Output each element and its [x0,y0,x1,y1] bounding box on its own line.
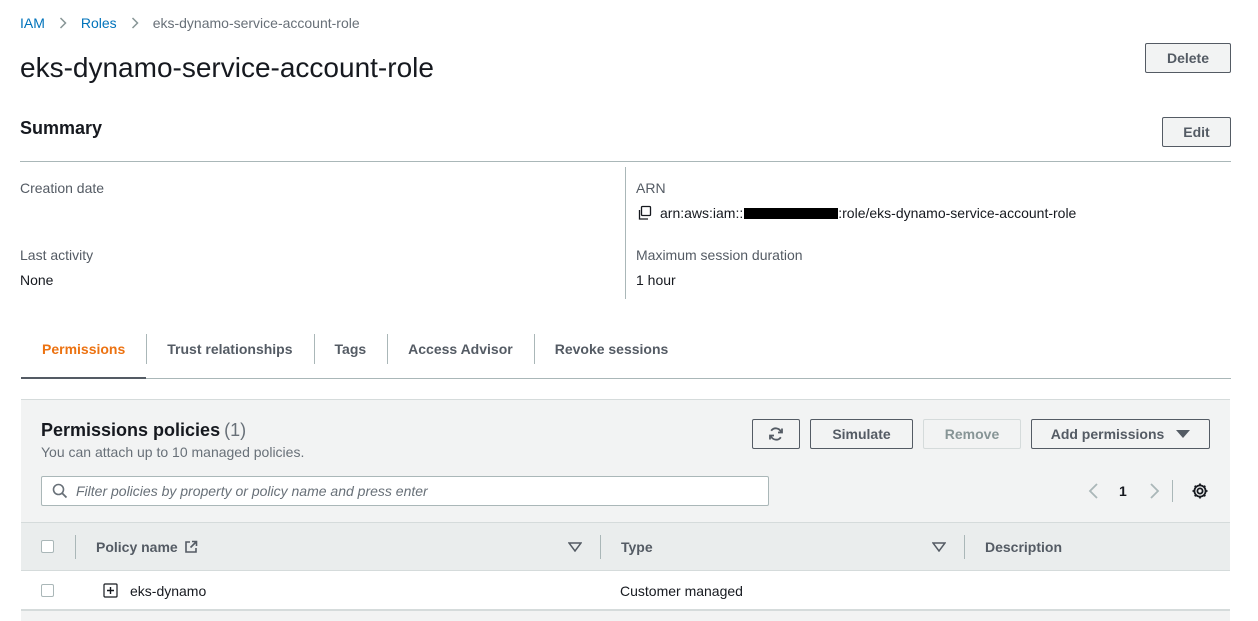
policy-count: (1) [224,420,247,440]
previous-page-icon[interactable] [1087,480,1101,502]
page-title: eks-dynamo-service-account-role [20,52,434,83]
refresh-button[interactable] [752,419,800,449]
page-number[interactable]: 1 [1119,483,1127,499]
add-permissions-button[interactable]: Add permissions [1031,419,1210,449]
next-page-icon[interactable] [1147,480,1161,502]
policy-type: Customer managed [620,583,743,599]
summary-column-divider [625,167,626,299]
breadcrumb-link-iam[interactable]: IAM [20,15,45,31]
breadcrumb-current: eks-dynamo-service-account-role [152,15,360,31]
breadcrumb: IAM Roles eks-dynamo-service-account-rol… [20,14,360,32]
max-session-value: 1 hour [636,272,676,288]
max-session-label: Maximum session duration [636,247,803,263]
arn-prefix: arn:aws:iam:: [660,205,744,221]
refresh-icon [769,427,783,441]
filter-field [41,476,769,506]
table-header: Policy name Type Description [21,522,1230,571]
column-header-type[interactable]: Type [621,539,653,555]
caret-down-icon [1176,430,1191,438]
panel-title: Permissions policies (1) [41,420,246,441]
tab-revoke-sessions[interactable]: Revoke sessions [533,320,690,378]
tab-permissions[interactable]: Permissions [21,320,147,379]
creation-date-label: Creation date [20,180,105,196]
last-activity-label: Last activity [20,247,94,263]
copy-icon[interactable] [637,205,653,221]
expand-icon[interactable] [103,583,118,598]
row-checkbox[interactable] [41,584,54,597]
breadcrumb-link-roles[interactable]: Roles [81,15,117,31]
filter-input[interactable] [76,483,726,499]
tab-bar: Permissions Trust relationships Tags Acc… [21,320,1231,379]
arn-value: arn:aws:iam:: :role/eks-dynamo-service-a… [637,205,1076,221]
tab-tags[interactable]: Tags [313,320,388,378]
chevron-right-icon [131,17,139,29]
sort-down-icon[interactable] [568,542,582,552]
column-header-description[interactable]: Description [985,539,1062,555]
policy-name-header-label: Policy name [96,539,178,555]
column-separator [600,535,601,559]
summary-title: Summary [20,118,103,138]
column-separator [75,535,76,559]
tab-access-advisor[interactable]: Access Advisor [387,320,534,378]
remove-button[interactable]: Remove [923,419,1021,449]
summary-divider [20,161,1231,162]
external-link-icon [184,540,198,553]
column-separator [964,535,965,559]
sort-down-icon[interactable] [932,542,946,552]
table-row: eks-dynamo Customer managed [21,571,1230,611]
simulate-button[interactable]: Simulate [810,419,913,449]
arn-suffix: :role/eks-dynamo-service-account-role [838,205,1077,221]
policy-name-link[interactable]: eks-dynamo [130,583,206,599]
panel-title-text: Permissions policies [41,420,221,440]
edit-button[interactable]: Edit [1162,117,1231,147]
chevron-right-icon [59,17,67,29]
redacted-account-id [744,207,839,219]
arn-label: ARN [636,180,666,196]
delete-button[interactable]: Delete [1145,43,1231,73]
panel-description: You can attach up to 10 managed policies… [41,444,305,460]
last-activity-value: None [20,272,54,288]
add-permissions-label: Add permissions [1050,426,1165,442]
search-icon [52,483,68,499]
column-header-policy-name[interactable]: Policy name [96,539,198,555]
permissions-policies-panel: Permissions policies (1) You can attach u… [21,399,1230,621]
pager-divider [1172,480,1173,502]
select-all-checkbox[interactable] [41,540,54,553]
gear-icon[interactable] [1191,482,1209,500]
tab-trust-relationships[interactable]: Trust relationships [146,320,313,378]
